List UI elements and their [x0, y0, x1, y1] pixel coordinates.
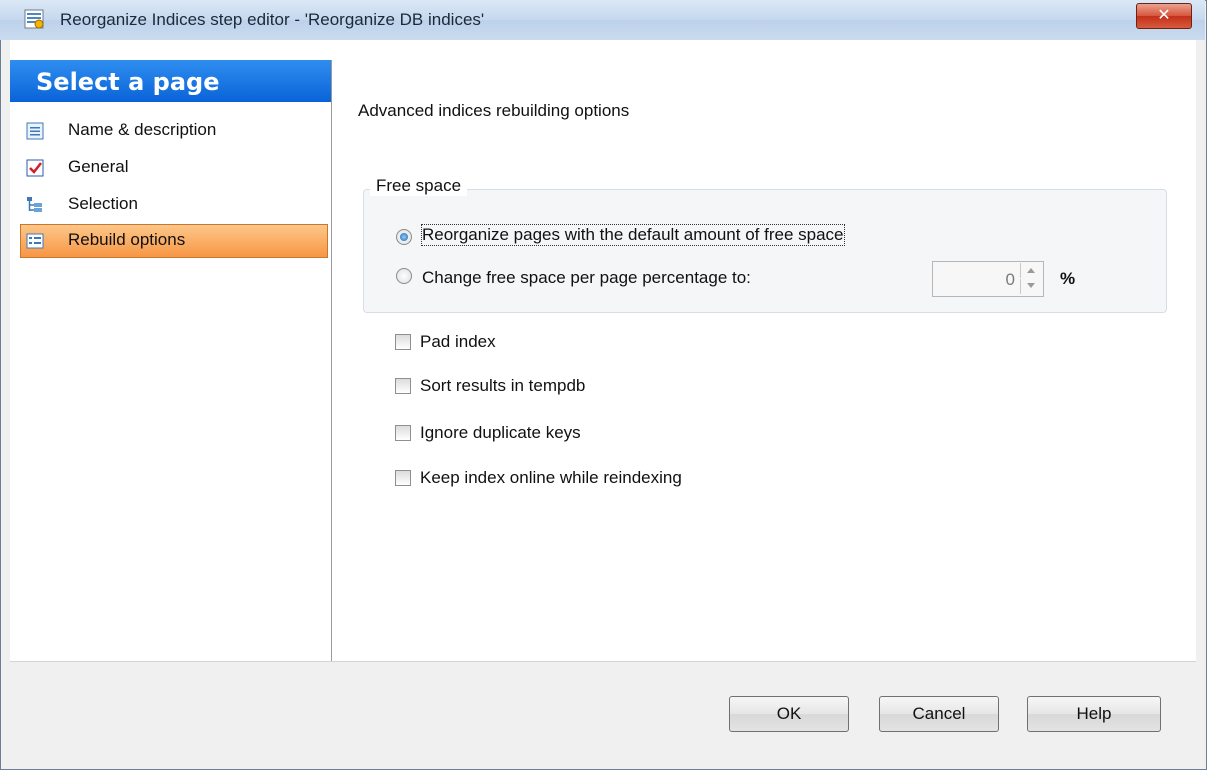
- footer-divider: [10, 661, 1196, 662]
- free-space-group: [363, 189, 1167, 313]
- app-icon: [24, 9, 44, 29]
- list-doc-icon: [26, 122, 44, 140]
- sidebar-item-selection[interactable]: Selection: [20, 188, 328, 222]
- sidebar-item-label: Selection: [68, 194, 138, 213]
- ok-button[interactable]: OK: [729, 696, 849, 732]
- content-panel: [332, 60, 1196, 662]
- sidebar-item-general[interactable]: General: [20, 151, 328, 185]
- free-space-label: Free space: [370, 176, 468, 196]
- window-title: Reorganize Indices step editor - 'Reorga…: [60, 10, 485, 29]
- ignore-duplicate-keys-label[interactable]: Ignore duplicate keys: [420, 423, 581, 443]
- close-icon: ✕: [1157, 5, 1171, 24]
- radio-default-free-space-label[interactable]: Reorganize pages with the default amount…: [421, 224, 845, 246]
- percentage-value: 0: [1005, 270, 1015, 289]
- checkbox-icon: [26, 159, 44, 177]
- cancel-button[interactable]: Cancel: [879, 696, 999, 732]
- sidebar-item-name-description[interactable]: Name & description: [20, 114, 328, 148]
- options-icon: [26, 233, 44, 249]
- sidebar-header: Select a page: [10, 60, 331, 102]
- sidebar-item-rebuild-options[interactable]: Rebuild options: [20, 224, 328, 258]
- page-title: Advanced indices rebuilding options: [358, 101, 630, 120]
- keep-index-online-label[interactable]: Keep index online while reindexing: [420, 468, 682, 488]
- keep-index-online-checkbox[interactable]: [395, 470, 411, 486]
- pad-index-label[interactable]: Pad index: [420, 332, 496, 352]
- help-button[interactable]: Help: [1027, 696, 1161, 732]
- title-bar[interactable]: Reorganize Indices step editor - 'Reorga…: [0, 0, 1205, 40]
- radio-change-free-space[interactable]: [396, 268, 412, 284]
- sidebar-item-label: Name & description: [68, 120, 217, 139]
- radio-change-free-space-label[interactable]: Change free space per page percentage to…: [422, 268, 751, 288]
- sidebar-item-label: Rebuild options: [68, 230, 186, 249]
- spin-down-icon[interactable]: [1020, 279, 1041, 294]
- tree-icon: [27, 197, 42, 212]
- sidebar-item-label: General: [68, 157, 129, 176]
- percentage-spin-edit[interactable]: 0: [932, 261, 1044, 297]
- sort-tempdb-checkbox[interactable]: [395, 378, 411, 394]
- percent-sign: %: [1060, 269, 1076, 288]
- spin-up-icon[interactable]: [1020, 263, 1041, 278]
- sidebar-header-label: Select a page: [36, 68, 220, 96]
- radio-default-free-space[interactable]: [396, 229, 412, 245]
- close-button[interactable]: ✕: [1136, 3, 1192, 29]
- sort-tempdb-label[interactable]: Sort results in tempdb: [420, 376, 585, 396]
- pad-index-checkbox[interactable]: [395, 334, 411, 350]
- ignore-duplicate-keys-checkbox[interactable]: [395, 425, 411, 441]
